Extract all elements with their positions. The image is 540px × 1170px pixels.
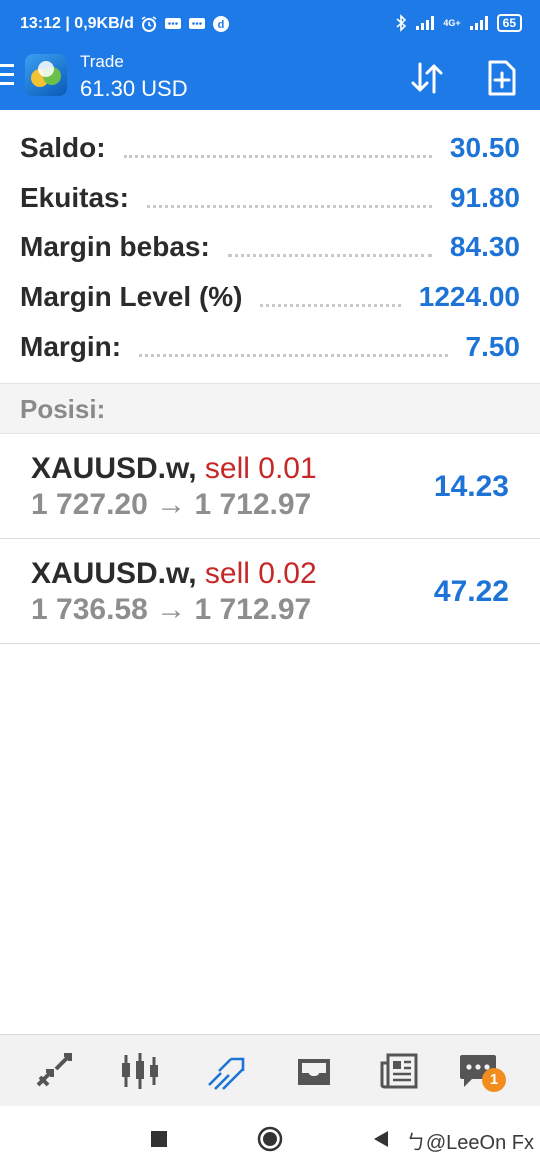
position-title: XAUUSD.w, sell 0.01 [31,452,317,486]
signal-icon [416,16,435,30]
recents-icon[interactable] [146,1126,172,1152]
summary-value: 1224.00 [418,280,520,312]
dotted-leader [146,188,432,208]
sort-icon[interactable] [407,58,447,98]
watermark-logo-icon: ㄅ [405,1132,426,1154]
summary-row-margin-level: Margin Level (%) 1224.00 [0,272,540,322]
summary-label: Margin bebas: [20,231,210,263]
message-icon-2 [188,18,205,29]
positions-list: XAUUSD.w, sell 0.01 1 727.20 → 1 712.97 … [0,434,540,644]
position-prices: 1 727.20 → 1 712.97 [31,488,312,521]
dotted-leader [227,237,432,258]
chart-icon[interactable] [118,1049,162,1093]
dotted-leader [123,138,432,158]
position-title: XAUUSD.w, sell 0.02 [31,557,317,591]
message-icon [164,18,181,29]
app-logo-icon [25,54,67,96]
position-row[interactable]: XAUUSD.w, sell 0.01 1 727.20 → 1 712.97 … [0,434,540,539]
dotted-leader [139,337,448,357]
signal-icon-2 [469,16,488,30]
system-nav-bar: ㄅ@LeeOn Fx [0,1106,540,1170]
account-balance-header: 61.30 USD [80,76,188,101]
account-summary: Saldo: 30.50 Ekuitas: 91.80 Margin bebas… [0,123,540,371]
status-left: 13:12 | 0,9KB/d d [20,15,230,33]
chat-badge: 1 [482,1068,506,1092]
quotes-icon[interactable] [32,1049,76,1093]
summary-row-balance: Saldo: 30.50 [0,123,540,173]
summary-value: 91.80 [449,181,520,213]
status-time-speed: 13:12 | 0,9KB/d [20,15,134,32]
app-notification-icon: d [212,16,229,32]
home-icon[interactable] [257,1126,283,1152]
header: 13:12 | 0,9KB/d d 4G+ 65 Trade 61.30 USD [0,0,540,110]
summary-row-margin: Margin: 7.50 [0,322,540,372]
dotted-leader [260,287,401,307]
history-icon[interactable] [292,1049,336,1093]
summary-value: 7.50 [465,330,521,362]
positions-section-header: Posisi: [0,383,540,434]
bottom-tab-bar [0,1034,540,1106]
section-title: Posisi: [20,394,106,424]
summary-row-equity: Ekuitas: 91.80 [0,173,540,223]
position-row[interactable]: XAUUSD.w, sell 0.02 1 736.58 → 1 712.97 … [0,539,540,644]
summary-label: Margin Level (%) [20,280,243,312]
position-symbol: XAUUSD.w, [31,557,197,590]
position-prices: 1 736.58 → 1 712.97 [31,593,312,626]
alarm-icon [141,16,157,32]
svg-text:d: d [217,19,224,31]
summary-label: Ekuitas: [20,181,129,213]
position-type: sell 0.02 [204,557,317,590]
battery-icon: 65 [496,14,522,32]
status-right: 4G+ 65 [395,14,522,32]
menu-icon[interactable] [0,64,14,90]
summary-label: Saldo: [20,131,106,163]
summary-label: Margin: [20,330,122,362]
summary-value: 84.30 [449,231,520,263]
back-icon[interactable] [368,1126,394,1152]
network-type: 4G+ [443,18,461,28]
status-bar: 13:12 | 0,9KB/d d 4G+ 65 [0,0,540,50]
watermark-text: @LeeOn Fx [425,1132,534,1154]
page-title: Trade [80,52,124,71]
position-profit: 47.22 [433,575,509,608]
bluetooth-icon [396,14,407,32]
summary-value: 30.50 [449,131,520,163]
summary-row-free-margin: Margin bebas: 84.30 [0,222,540,272]
watermark: ㄅ@LeeOn Fx [406,1126,534,1155]
trade-icon[interactable] [205,1049,249,1093]
position-type: sell 0.01 [204,452,317,485]
position-symbol: XAUUSD.w, [31,452,197,485]
new-order-icon[interactable] [482,58,522,98]
app-bar: Trade 61.30 USD [0,50,540,110]
news-icon[interactable] [378,1049,422,1093]
position-profit: 14.23 [433,470,509,503]
